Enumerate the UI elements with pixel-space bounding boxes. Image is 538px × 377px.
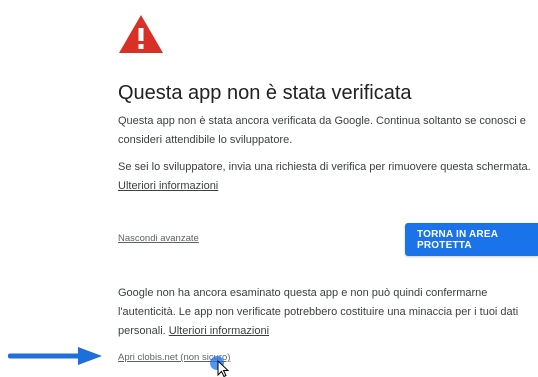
developer-text: Se sei lo sviluppatore, invia una richie…: [118, 161, 531, 173]
hide-advanced-link[interactable]: Nascondi avanzate: [118, 233, 199, 244]
more-info-link-2[interactable]: Ulteriori informazioni: [169, 325, 269, 337]
developer-text-block: Se sei lo sviluppatore, invia una richie…: [118, 158, 533, 196]
details-text-block: Google non ha ancora esaminato questa ap…: [118, 284, 533, 341]
page-title: Questa app non è stata verificata: [118, 82, 412, 104]
back-to-safety-button[interactable]: TORNA IN AREA PROTETTA: [405, 223, 538, 256]
arrow-right-icon: [8, 347, 102, 365]
warning-triangle-icon: [119, 15, 163, 53]
more-info-link[interactable]: Ulteriori informazioni: [118, 180, 218, 192]
intro-text: Questa app non è stata ancora verificata…: [118, 115, 526, 146]
